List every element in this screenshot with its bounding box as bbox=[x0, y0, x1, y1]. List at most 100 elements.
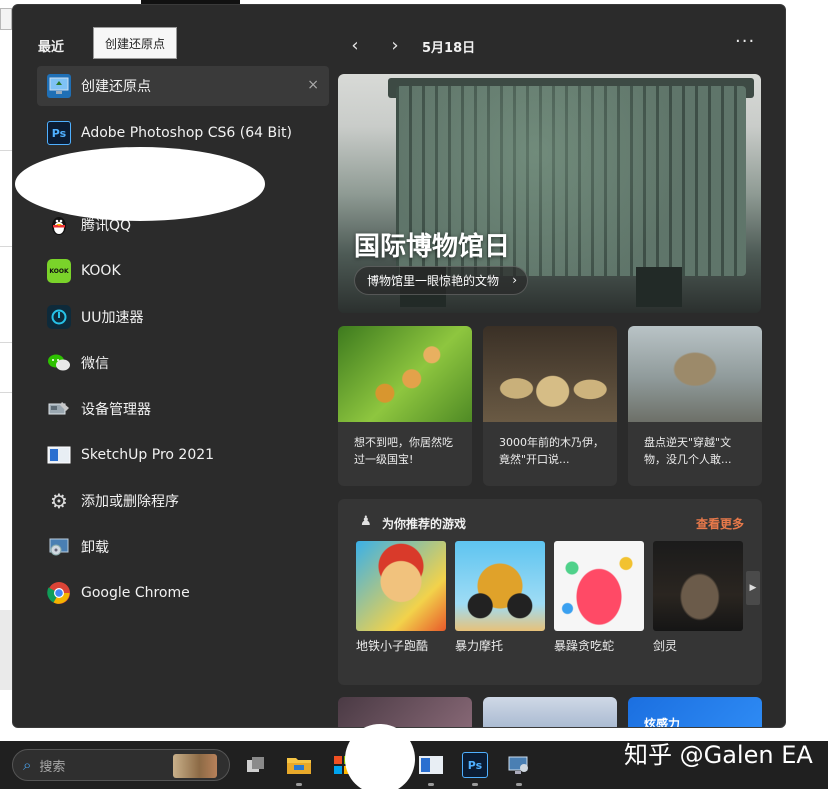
bottom-card[interactable]: 炫感力 bbox=[628, 697, 762, 728]
background-divider bbox=[0, 342, 12, 343]
snake-game-image bbox=[554, 541, 644, 631]
background-window-edge bbox=[0, 8, 12, 30]
recent-section: 最近 创建还原点 创建还原点 × Ps Adobe Photoshop CS6 … bbox=[13, 5, 337, 727]
task-view-icon[interactable] bbox=[243, 752, 269, 778]
hero-title: 国际博物馆日 bbox=[354, 232, 511, 262]
recent-item-sketchup[interactable]: SketchUp Pro 2021 bbox=[37, 432, 329, 478]
bronze-vessel-image bbox=[636, 267, 682, 307]
scroll-right-button[interactable]: ▶ bbox=[746, 571, 760, 605]
chevron-left-icon[interactable]: ‹ bbox=[345, 35, 365, 56]
date-label: 5月18日 bbox=[422, 41, 476, 56]
recent-item-add-remove-programs[interactable]: ⚙ 添加或删除程序 bbox=[37, 478, 329, 524]
feed-section: ‹ › 5月18日 ··· 国际博物馆日 博物馆里一眼惊艳的文物 › 想不到吧，… bbox=[337, 5, 785, 728]
running-indicator bbox=[516, 783, 522, 786]
chrome-icon bbox=[47, 581, 71, 605]
news-title: 想不到吧，你居然吃过一级国宝! bbox=[354, 436, 453, 466]
game-tile[interactable]: 暴力摩托 bbox=[455, 541, 545, 654]
gear-icon: ⚙ bbox=[50, 489, 68, 513]
background-divider bbox=[0, 246, 12, 247]
running-indicator bbox=[428, 783, 434, 786]
moto-racing-image bbox=[455, 541, 545, 631]
game-name: 地铁小子跑酷 bbox=[356, 639, 429, 653]
game-name: 暴躁贪吃蛇 bbox=[554, 639, 615, 653]
game-tile[interactable]: 剑灵 bbox=[653, 541, 743, 654]
background-divider bbox=[0, 150, 12, 151]
wechat-icon bbox=[47, 351, 71, 375]
photoshop-icon: Ps bbox=[47, 121, 71, 145]
remote-desktop-icon[interactable] bbox=[506, 752, 532, 778]
recent-item-label: 微信 bbox=[81, 356, 109, 372]
bottom-card[interactable] bbox=[483, 697, 617, 727]
running-indicator bbox=[296, 783, 302, 786]
search-icon: ⌕ bbox=[23, 756, 32, 774]
game-tile[interactable]: 暴躁贪吃蛇 bbox=[554, 541, 644, 654]
recent-item-label: KOOK bbox=[81, 263, 121, 279]
hero-subtitle: 博物馆里一眼惊艳的文物 bbox=[367, 274, 500, 288]
news-row: 想不到吧，你居然吃过一级国宝! 3000年前的木乃伊，竟然"开口说... 盘点逆… bbox=[338, 326, 762, 486]
see-more-link[interactable]: 查看更多 bbox=[696, 515, 744, 532]
more-options-button[interactable]: ··· bbox=[735, 31, 755, 52]
hero-subtitle-button[interactable]: 博物馆里一眼惊艳的文物 › bbox=[354, 266, 529, 295]
recent-item-uninstall[interactable]: 卸载 bbox=[37, 524, 329, 570]
recent-header: 最近 bbox=[38, 40, 65, 55]
canopic-jars-image bbox=[483, 326, 617, 422]
taskbar: ⌕ 搜索 Ps 知乎 @Galen EA bbox=[0, 724, 828, 789]
file-explorer-icon[interactable] bbox=[286, 752, 312, 778]
recent-item-label: UU加速器 bbox=[81, 310, 144, 326]
subway-surfers-image bbox=[356, 541, 446, 631]
chess-piece-icon: ♟ bbox=[360, 514, 372, 529]
games-title: 为你推荐的游戏 bbox=[382, 517, 467, 531]
recent-item-wechat[interactable]: 微信 bbox=[37, 340, 329, 386]
news-title: 3000年前的木乃伊，竟然"开口说... bbox=[499, 436, 604, 466]
recent-item-restore-point[interactable]: 创建还原点 × bbox=[37, 66, 329, 106]
game-name: 暴力摩托 bbox=[455, 639, 504, 653]
running-indicator bbox=[472, 783, 478, 786]
recent-item-chrome[interactable]: Google Chrome bbox=[37, 570, 329, 616]
recent-item-label: Google Chrome bbox=[81, 585, 190, 601]
recent-item-device-manager[interactable]: 设备管理器 bbox=[37, 386, 329, 432]
recent-item-label: 添加或删除程序 bbox=[81, 494, 179, 510]
device-manager-icon bbox=[47, 397, 71, 421]
search-highlight-image bbox=[173, 754, 217, 778]
bottom-card[interactable] bbox=[338, 697, 472, 727]
sketchup-icon bbox=[47, 443, 71, 467]
ginkgo-nuts-image bbox=[338, 326, 472, 422]
background-panel bbox=[0, 610, 12, 690]
redaction-blob bbox=[345, 724, 415, 789]
recent-item-label: 设备管理器 bbox=[81, 402, 151, 418]
recent-item-label: 卸载 bbox=[81, 540, 109, 556]
blade-soul-image bbox=[653, 541, 743, 631]
background-divider bbox=[0, 392, 12, 393]
kook-icon: KOOK bbox=[47, 259, 71, 283]
recent-item-label: Adobe Photoshop CS6 (64 Bit) bbox=[81, 125, 292, 141]
start-flyout: 最近 创建还原点 创建还原点 × Ps Adobe Photoshop CS6 … bbox=[12, 4, 786, 728]
stone-statue-image bbox=[628, 326, 762, 422]
game-name: 剑灵 bbox=[653, 639, 678, 653]
photoshop-taskbar-icon[interactable]: Ps bbox=[462, 752, 488, 778]
recent-item-label: SketchUp Pro 2021 bbox=[81, 447, 215, 463]
news-card[interactable]: 想不到吧，你居然吃过一级国宝! bbox=[338, 326, 472, 486]
sketchup-taskbar-icon[interactable] bbox=[418, 752, 444, 778]
games-card: ♟ 为你推荐的游戏 查看更多 地铁小子跑酷 暴力摩托 暴躁贪吃蛇 剑灵 ▶ bbox=[338, 499, 762, 685]
chevron-right-icon: › bbox=[512, 273, 518, 287]
recent-item-kook[interactable]: KOOK KOOK bbox=[37, 248, 329, 294]
news-card[interactable]: 3000年前的木乃伊，竟然"开口说... bbox=[483, 326, 617, 486]
news-card[interactable]: 盘点逆天"穿越"文物，没几个人敢... bbox=[628, 326, 762, 486]
tooltip: 创建还原点 bbox=[93, 27, 177, 59]
uninstall-icon bbox=[47, 535, 71, 559]
news-title: 盘点逆天"穿越"文物，没几个人敢... bbox=[644, 436, 732, 466]
search-input[interactable]: ⌕ 搜索 bbox=[12, 749, 230, 781]
recent-item-label: 创建还原点 bbox=[81, 79, 151, 95]
game-tile[interactable]: 地铁小子跑酷 bbox=[356, 541, 446, 654]
bottom-cards: 炫感力 bbox=[338, 697, 762, 728]
search-placeholder: 搜索 bbox=[39, 759, 66, 775]
uu-accelerator-icon bbox=[47, 305, 71, 329]
system-restore-icon bbox=[47, 74, 71, 98]
bottom-card-label: 炫感力 bbox=[644, 717, 681, 728]
recent-item-uu[interactable]: UU加速器 bbox=[37, 294, 329, 340]
hero-card[interactable]: 国际博物馆日 博物馆里一眼惊艳的文物 › bbox=[338, 74, 761, 313]
chevron-right-icon[interactable]: › bbox=[385, 35, 405, 56]
close-icon[interactable]: × bbox=[307, 77, 319, 93]
qq-penguin-icon bbox=[47, 213, 71, 237]
redaction-blob bbox=[15, 147, 265, 221]
